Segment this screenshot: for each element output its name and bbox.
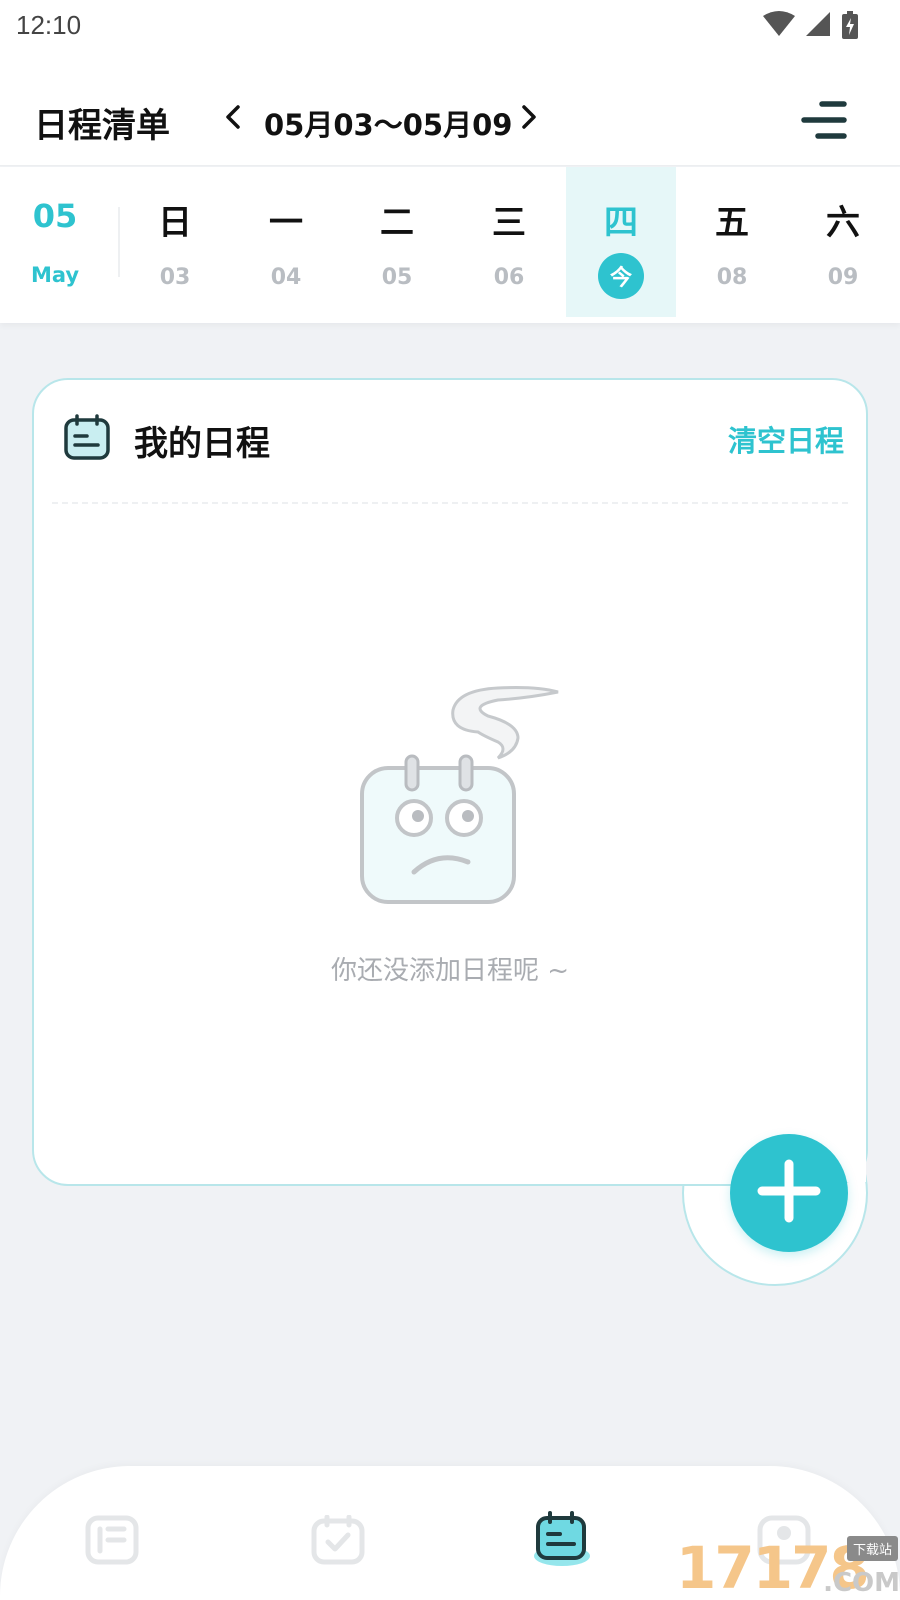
- clear-schedule-button[interactable]: 清空日程: [728, 418, 844, 460]
- battery-charging-icon: [840, 10, 860, 40]
- page-title: 日程清单: [34, 106, 170, 146]
- menu-icon: [800, 101, 848, 146]
- add-schedule-button[interactable]: [730, 1134, 848, 1252]
- day-name: 三: [492, 203, 526, 243]
- prev-week-button[interactable]: [218, 102, 248, 136]
- list-icon: [85, 1515, 139, 1569]
- day-date: 08: [716, 265, 748, 290]
- tab-schedule[interactable]: [532, 1510, 592, 1574]
- chevron-right-icon: [520, 104, 538, 134]
- tab-list[interactable]: [82, 1512, 142, 1572]
- month-number: 05: [32, 197, 78, 235]
- day-name: 一: [269, 203, 303, 243]
- day-cell-mon[interactable]: 一 04: [231, 167, 341, 317]
- day-name: 日: [158, 203, 192, 243]
- empty-state-message: 你还没添加日程呢 ~: [330, 956, 570, 986]
- next-week-button[interactable]: [514, 102, 544, 136]
- divider: [52, 502, 848, 504]
- date-range-label[interactable]: 05月03～05月09: [264, 102, 512, 144]
- empty-calendar-illustration-icon: [358, 672, 568, 912]
- checklist-icon: [311, 1514, 365, 1569]
- week-strip: 05 May 日 03 一 04 二 05 三 06 四 今 五 08 六 09: [0, 167, 900, 323]
- day-name: 五: [715, 203, 749, 243]
- header: 日程清单 05月03～05月09: [0, 50, 900, 166]
- status-time: 12:10: [16, 10, 82, 40]
- day-cell-wed[interactable]: 三 06: [454, 167, 564, 317]
- day-date: 05: [381, 265, 413, 290]
- schedule-icon: [532, 1510, 592, 1574]
- calendar-icon: [62, 412, 112, 462]
- day-cell-sun[interactable]: 日 03: [120, 167, 230, 317]
- day-cell-fri[interactable]: 五 08: [677, 167, 787, 317]
- status-icons: [762, 10, 860, 40]
- menu-button[interactable]: [800, 98, 848, 142]
- signal-icon: [804, 10, 832, 40]
- month-name: May: [30, 263, 80, 287]
- chevron-left-icon: [224, 104, 242, 134]
- watermark-com: .COM: [823, 1568, 900, 1598]
- day-date: 09: [827, 265, 859, 290]
- day-date: 04: [270, 265, 302, 290]
- status-bar: 12:10: [0, 0, 900, 50]
- schedule-card: 我的日程 清空日程 你还没添加日程呢 ~: [32, 378, 868, 1186]
- day-cell-thu-today[interactable]: 四 今: [566, 167, 676, 317]
- plus-icon: [756, 1158, 822, 1228]
- card-title: 我的日程: [134, 424, 270, 464]
- day-name: 六: [826, 203, 860, 243]
- day-date: 03: [159, 265, 191, 290]
- day-cell-sat[interactable]: 六 09: [788, 167, 898, 317]
- day-date: 06: [493, 265, 525, 290]
- today-badge: 今: [598, 253, 644, 299]
- wifi-icon: [762, 10, 796, 40]
- month-indicator: 05 May: [0, 167, 112, 323]
- day-cell-tue[interactable]: 二 05: [342, 167, 452, 317]
- watermark-logo: 17178 下载站 .COM: [676, 1536, 900, 1600]
- day-name: 四: [604, 203, 638, 243]
- day-name: 二: [380, 203, 414, 243]
- tab-checklist[interactable]: [308, 1512, 368, 1572]
- watermark-sub: 下载站: [846, 1536, 898, 1561]
